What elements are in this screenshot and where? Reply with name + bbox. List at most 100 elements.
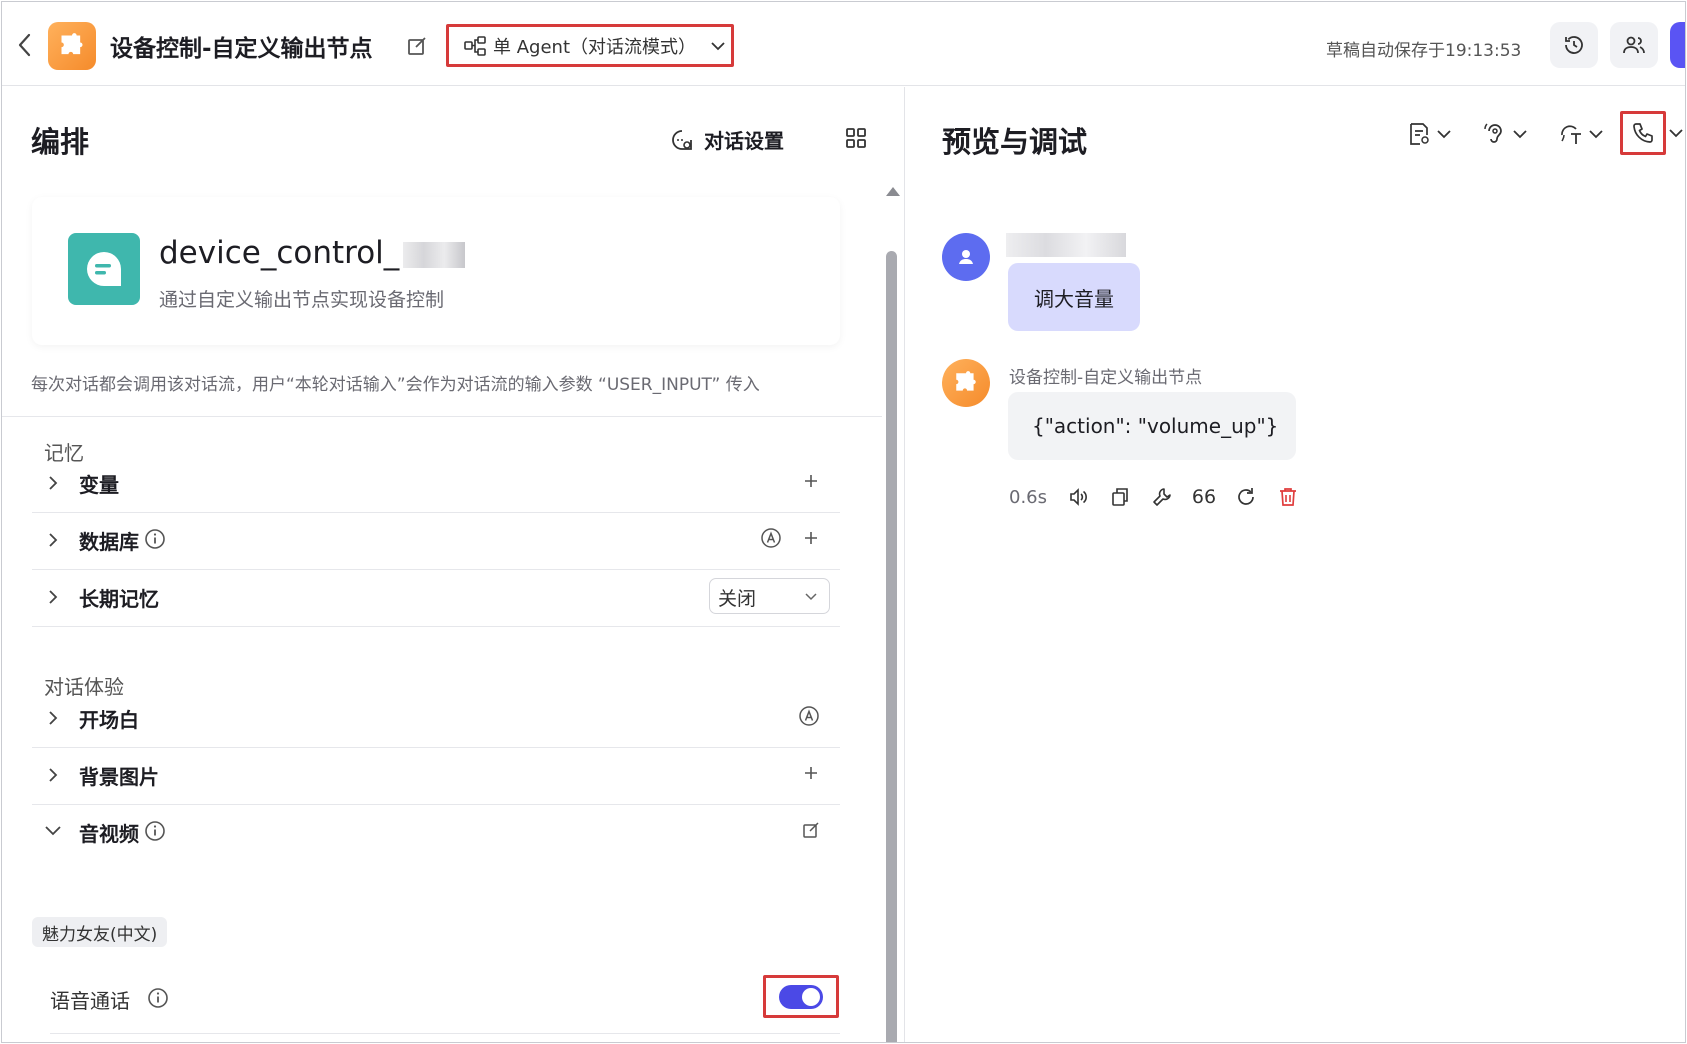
chevron-right-icon: [49, 476, 58, 490]
voice-call-label: 语音通话: [50, 989, 130, 1013]
divider: [50, 1033, 840, 1034]
edit-title-icon[interactable]: [406, 35, 428, 57]
add-icon[interactable]: [802, 764, 820, 782]
info-icon[interactable]: [144, 820, 166, 842]
row-label: 音视频: [79, 822, 139, 846]
speech-text-icon: [1561, 125, 1581, 144]
row-label: 开场白: [79, 708, 139, 732]
app-window: 设备控制-自定义输出节点 单 Agent（对话流模式） 草稿自动保存于19:13…: [1, 1, 1686, 1043]
scrollbar[interactable]: [884, 187, 900, 1042]
chevron-down-icon[interactable]: [1669, 127, 1683, 139]
row-label: 变量: [79, 473, 119, 497]
auto-icon[interactable]: [798, 705, 820, 727]
document-settings-icon: [1410, 123, 1429, 145]
refresh-icon: [1238, 488, 1254, 505]
scroll-up-arrow-icon[interactable]: [886, 187, 900, 196]
long-memory-value: 关闭: [718, 588, 757, 610]
info-icon[interactable]: [147, 987, 169, 1009]
back-arrow-icon[interactable]: [16, 32, 34, 58]
row-long-term-memory[interactable]: 长期记忆 关闭: [32, 566, 840, 627]
dialog-settings-button[interactable]: 对话设置: [670, 125, 784, 154]
chevron-down-icon: [805, 593, 817, 601]
bot-message-bubble: {"action": "volume_up"}: [1008, 392, 1296, 460]
collaborators-button[interactable]: [1610, 22, 1658, 68]
row-audio-video[interactable]: 音视频: [32, 801, 840, 862]
users-icon: [1623, 36, 1645, 54]
bot-description: 通过自定义输出节点实现设备控制: [159, 289, 445, 311]
chevron-down-icon: [1513, 130, 1527, 139]
chevron-down-icon: [1437, 130, 1451, 139]
add-icon[interactable]: [802, 529, 820, 547]
copy-icon: [1112, 488, 1128, 506]
latency-label: 0.6s: [1009, 486, 1048, 508]
publish-button[interactable]: [1670, 22, 1685, 68]
speaker-button[interactable]: [1067, 486, 1089, 508]
bot-name-text: device_control_: [159, 235, 400, 271]
info-icon[interactable]: [144, 528, 166, 550]
row-label: 长期记忆: [79, 587, 159, 611]
phone-icon: [1633, 123, 1653, 143]
chevron-right-icon: [49, 590, 58, 604]
app-puzzle-icon: [48, 22, 96, 70]
voice-tag: 魅力女友(中文): [32, 917, 168, 947]
bot-name: 设备控制-自定义输出节点: [1009, 368, 1203, 388]
row-background-image[interactable]: 背景图片: [32, 744, 840, 805]
debug-tool-button[interactable]: [1151, 486, 1173, 508]
user-icon: [959, 250, 973, 264]
redacted-username: [1006, 233, 1126, 257]
copy-button[interactable]: [1109, 486, 1131, 508]
edit-icon[interactable]: [802, 821, 820, 839]
history-icon: [1565, 36, 1583, 54]
voice-call-button[interactable]: [1620, 111, 1666, 155]
chevron-down-icon: [45, 826, 61, 836]
message-actions: 0.6s 66: [1009, 483, 1319, 511]
long-memory-select[interactable]: 关闭: [709, 578, 830, 614]
user-message-bubble: 调大音量: [1008, 263, 1140, 331]
quote-button[interactable]: 66: [1192, 486, 1216, 508]
autosave-status: 草稿自动保存于19:13:53: [1326, 41, 1522, 61]
bot-avatar: [942, 359, 990, 407]
chevron-right-icon: [49, 533, 58, 547]
divider: [2, 416, 882, 417]
dialog-settings-label: 对话设置: [704, 129, 784, 153]
voice-call-toggle[interactable]: [779, 984, 823, 1009]
preview-debug-panel: 预览与调试 调大音量 设备控制-自定义输出节点 {"action": "volu…: [906, 87, 1685, 1042]
tts-dropdown[interactable]: [1558, 121, 1604, 147]
orchestration-title: 编排: [31, 125, 90, 159]
voice-dropdown[interactable]: [1482, 121, 1528, 147]
voice-call-toggle-highlight: [763, 975, 839, 1018]
row-opening-remarks[interactable]: 开场白: [32, 687, 840, 748]
row-label: 数据库: [79, 530, 139, 554]
row-variables[interactable]: 变量: [32, 452, 840, 513]
chat-settings-icon: [672, 129, 692, 150]
trash-icon: [1280, 488, 1297, 506]
chevron-right-icon: [49, 768, 58, 782]
workflow-icon: [464, 35, 486, 56]
scroll-thumb[interactable]: [886, 251, 897, 1042]
history-button[interactable]: [1550, 22, 1598, 68]
row-database[interactable]: 数据库: [32, 509, 840, 570]
agent-mode-dropdown[interactable]: 单 Agent（对话流模式）: [446, 24, 734, 67]
debug-dropdown[interactable]: [1406, 121, 1452, 147]
chevron-right-icon: [49, 711, 58, 725]
bot-info-card[interactable]: device_control_ 通过自定义输出节点实现设备控制: [32, 197, 840, 345]
add-icon[interactable]: [802, 472, 820, 490]
preview-title: 预览与调试: [942, 125, 1088, 159]
speaker-icon: [1070, 488, 1087, 506]
bot-chat-icon: [68, 233, 140, 305]
agent-mode-label: 单 Agent（对话流模式）: [493, 36, 697, 58]
auto-icon[interactable]: [760, 527, 782, 549]
app-title: 设备控制-自定义输出节点: [110, 36, 373, 62]
puzzle-icon: [956, 371, 976, 391]
wrench-icon: [1153, 488, 1171, 506]
top-header: 设备控制-自定义输出节点 单 Agent（对话流模式） 草稿自动保存于19:13…: [2, 2, 1685, 86]
layout-grid-icon[interactable]: [845, 127, 867, 149]
hearing-icon: [1484, 123, 1502, 143]
delete-button[interactable]: [1277, 486, 1299, 508]
redacted-block: [403, 241, 466, 268]
user-avatar: [942, 233, 990, 281]
bot-name: device_control_: [159, 235, 466, 271]
orchestration-panel: 编排 对话设置 device_control_ 通过自定义输出节点实现设备控制 …: [2, 87, 905, 1042]
regenerate-button[interactable]: [1235, 486, 1257, 508]
chevron-down-icon: [1589, 130, 1603, 139]
